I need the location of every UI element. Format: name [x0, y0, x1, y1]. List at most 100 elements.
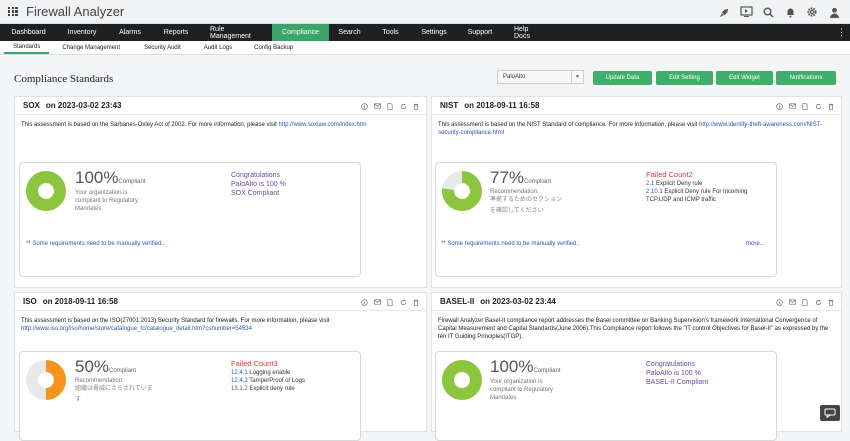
pdf-icon[interactable]: [801, 298, 809, 306]
device-select-value: PaloAlto: [503, 74, 525, 80]
iso-panel: ISO on 2018-09-11 16:58 This assessment …: [14, 292, 427, 432]
compliance-percent: 77%Compliant: [490, 168, 551, 188]
rule-id-link[interactable]: 2.1: [646, 181, 654, 187]
compliance-donut: [26, 360, 66, 400]
compliance-subtext: Your organization iscompliant to Regulat…: [75, 189, 138, 213]
panel-title: NIST: [440, 101, 458, 110]
nav-reports[interactable]: Reports: [153, 24, 199, 41]
rule-id-link[interactable]: 12.4.2: [231, 378, 248, 384]
panel-title: ISO: [23, 297, 37, 306]
description-text: This assessment is based on the NIST Sta…: [438, 122, 697, 128]
panel-date: on 2018-09-11 16:58: [43, 297, 118, 306]
failed-rules-list: 2.1 Explicit Deny rule 2.10.1 Explicit D…: [646, 180, 747, 204]
nav-dashboard[interactable]: Dashboard: [0, 24, 57, 41]
nist-panel: NIST on 2018-09-11 16:58 This assessment…: [431, 96, 842, 288]
chevron-down-icon: ▼: [571, 71, 583, 83]
update-data-button[interactable]: Update Data: [593, 71, 652, 85]
info-icon[interactable]: [360, 102, 368, 110]
search-icon[interactable]: [760, 4, 776, 20]
rocket-icon[interactable]: [716, 4, 732, 20]
edit-widget-button[interactable]: Edit Widget: [716, 71, 773, 85]
sox-panel-header: SOX on 2023-03-02 23:43: [15, 97, 426, 115]
nav-search[interactable]: Search: [329, 24, 370, 41]
panel-date: on 2018-09-11 16:58: [464, 101, 539, 110]
app-title: Firewall Analyzer: [26, 4, 124, 19]
info-icon[interactable]: [775, 298, 783, 306]
compliance-label: Compliant: [524, 179, 551, 185]
nav-settings[interactable]: Settings: [411, 24, 457, 41]
monitor-icon[interactable]: [738, 4, 754, 20]
mail-icon[interactable]: [788, 102, 796, 110]
info-icon[interactable]: [775, 102, 783, 110]
top-bar: Firewall Analyzer: [0, 0, 850, 24]
delete-icon[interactable]: [827, 298, 835, 306]
subnav-config-backup[interactable]: Config Backup: [241, 41, 302, 54]
nav-alarms[interactable]: Alarms: [107, 24, 153, 41]
failed-rules-list: 12.4.1 Logging enable 12.4.2 TamperProof…: [231, 369, 305, 393]
reference-link[interactable]: http://www.iso.org/iso/home/store/catalo…: [21, 326, 252, 332]
mail-icon[interactable]: [788, 298, 796, 306]
rule-id-link[interactable]: 12.4.1: [231, 370, 248, 376]
compliance-donut: [442, 171, 482, 211]
refresh-icon[interactable]: [814, 102, 822, 110]
compliance-donut: [442, 360, 482, 400]
compliance-card: 100%Compliant Your organization iscompli…: [435, 351, 777, 441]
delete-icon[interactable]: [827, 102, 835, 110]
subnav-change-management[interactable]: Change Management: [49, 41, 129, 54]
page-title: Compliance Standards: [14, 73, 113, 85]
nav-tools[interactable]: Tools: [370, 24, 411, 41]
pdf-icon[interactable]: [386, 298, 394, 306]
notifications-button[interactable]: Notifications: [776, 71, 836, 85]
rule-id-link[interactable]: 2.10.1: [646, 189, 663, 195]
congratulations-text: CongratulationsPaloAlto is 100 %BASEL-II…: [646, 360, 708, 387]
compliance-card: 50%Compliant Recommendation: 組織は脅威にさらされて…: [19, 351, 361, 441]
edit-setting-button[interactable]: Edit Setting: [656, 71, 713, 85]
app-grid-icon[interactable]: [8, 7, 18, 17]
rule-id-link[interactable]: 13.1.2: [231, 386, 248, 392]
bell-icon[interactable]: [782, 4, 798, 20]
compliance-percent: 50%Compliant: [75, 357, 136, 377]
failed-count: Failed Count3: [231, 359, 278, 368]
nav-support[interactable]: Support: [457, 24, 503, 41]
panel-description: Firewall Analyzer Basel-II compliance re…: [432, 311, 841, 341]
pdf-icon[interactable]: [386, 102, 394, 110]
delete-icon[interactable]: [412, 298, 420, 306]
refresh-icon[interactable]: [814, 298, 822, 306]
basel-panel: BASEL-II on 2023-03-02 23:44 Firewall An…: [431, 292, 842, 432]
gear-icon[interactable]: [804, 4, 820, 20]
manual-verification-note[interactable]: ** Some requirements need to be manually…: [26, 241, 165, 247]
compliance-card: 100%Compliant Your organization iscompli…: [19, 162, 361, 277]
panel-description: This assessment is based on the ISO(2700…: [15, 311, 426, 333]
delete-icon[interactable]: [412, 102, 420, 110]
info-icon[interactable]: [360, 298, 368, 306]
panel-title: BASEL-II: [440, 297, 474, 306]
sub-nav: Standards Change Management Security Aud…: [0, 41, 850, 55]
subnav-audit-logs[interactable]: Audit Logs: [190, 41, 241, 54]
chat-icon[interactable]: [820, 405, 840, 421]
device-select[interactable]: PaloAlto ▼: [497, 70, 584, 84]
panel-date: on 2023-03-02 23:44: [480, 297, 556, 306]
reference-link[interactable]: http://www.soxlaw.com/index.htm: [278, 122, 366, 128]
nav-rule-management[interactable]: Rule Management: [199, 24, 272, 41]
more-menu-icon[interactable]: ⋮: [837, 27, 846, 37]
refresh-icon[interactable]: [399, 298, 407, 306]
nav-inventory[interactable]: Inventory: [57, 24, 107, 41]
compliance-card: 77%Compliant Recommendation: 準拠するためのセクショ…: [435, 162, 777, 277]
failed-count: Failed Count2: [646, 170, 693, 179]
compliance-label: Compliant: [109, 368, 136, 374]
main-nav: Dashboard Inventory Alarms Reports Rule …: [0, 24, 850, 41]
iso-panel-header: ISO on 2018-09-11 16:58: [15, 293, 426, 311]
nav-help-docs[interactable]: Help Docs: [503, 24, 555, 41]
refresh-icon[interactable]: [399, 102, 407, 110]
mail-icon[interactable]: [373, 102, 381, 110]
pdf-icon[interactable]: [801, 102, 809, 110]
subnav-standards[interactable]: Standards: [4, 41, 49, 54]
compliance-subtext: Your organization iscompliant to Regulat…: [490, 378, 553, 402]
nav-compliance[interactable]: Compliance: [272, 24, 329, 41]
manual-verification-note[interactable]: ** Some requirements need to be manually…: [441, 241, 580, 247]
more-link[interactable]: more...: [746, 241, 765, 247]
mail-icon[interactable]: [373, 298, 381, 306]
subnav-security-audit[interactable]: Security Audit: [129, 41, 190, 54]
user-icon[interactable]: [826, 4, 842, 20]
compliance-donut: [26, 171, 66, 211]
